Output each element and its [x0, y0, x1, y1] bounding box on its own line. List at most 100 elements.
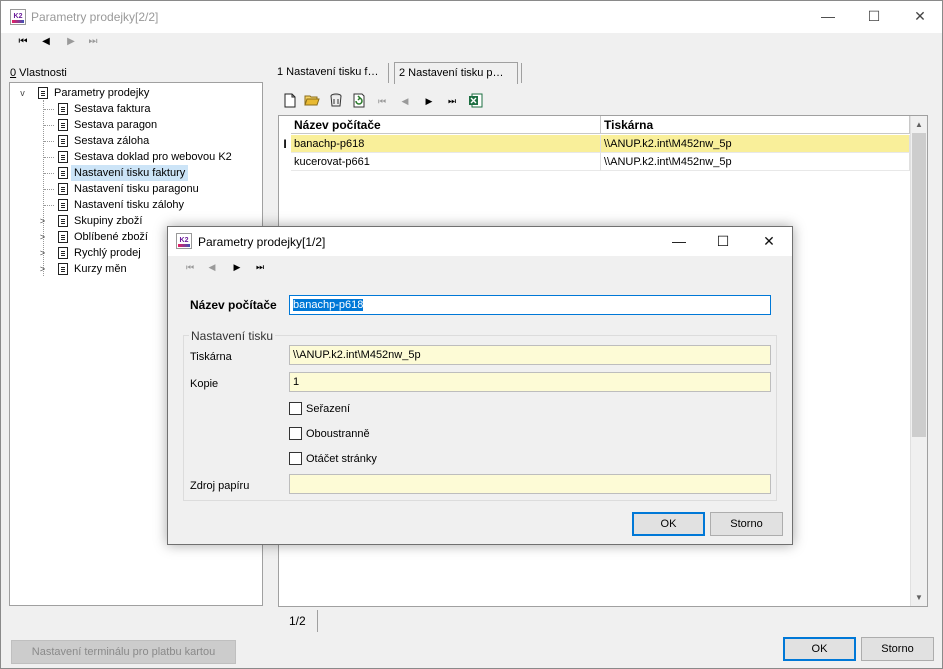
expand-chevron-icon[interactable]: >: [38, 261, 47, 277]
tree-item-label: Kurzy měn: [74, 263, 127, 275]
cell-printer[interactable]: \\ANUP.k2.int\M452nw_5p: [601, 153, 910, 171]
k2-app-icon: K2: [10, 9, 26, 25]
printer-field[interactable]: \\ANUP.k2.int\M452nw_5p: [289, 345, 771, 365]
card-terminal-settings-button[interactable]: Nastavení terminálu pro platbu kartou: [11, 640, 236, 664]
sort-checkbox[interactable]: [289, 402, 302, 415]
delete-icon[interactable]: [328, 93, 344, 109]
window-title: Parametry prodejky[2/2]: [31, 10, 159, 24]
tree-item-label: Oblíbené zboží: [74, 231, 148, 243]
vertical-scrollbar[interactable]: ▲ ▼: [910, 116, 927, 606]
tree-connector: [44, 173, 54, 174]
cell-printer[interactable]: \\ANUP.k2.int\M452nw_5p: [601, 135, 910, 153]
tree-connector: [44, 205, 54, 206]
tree-item-sestava-zaloha[interactable]: Sestava záloha: [16, 133, 256, 149]
flip-pages-checkbox[interactable]: [289, 452, 302, 465]
scroll-down-icon[interactable]: ▼: [911, 589, 927, 606]
tree-item-label: Sestava paragon: [74, 119, 158, 131]
tab-nastaveni-tisku-paragonu[interactable]: 2 Nastavení tisku p…: [394, 62, 518, 84]
row-cursor-icon: I: [283, 137, 287, 151]
scroll-up-icon[interactable]: ▲: [911, 116, 927, 133]
cancel-button[interactable]: Storno: [861, 637, 934, 661]
tree-connector: [44, 125, 54, 126]
expand-chevron-icon[interactable]: >: [38, 245, 47, 261]
tree-connector: [44, 109, 54, 110]
tree-item-sestava-paragon[interactable]: Sestava paragon: [16, 117, 256, 133]
close-button[interactable]: ✕: [897, 1, 943, 31]
document-icon: [58, 199, 68, 211]
tree-item-label: Sestava záloha: [74, 135, 150, 147]
duplex-checkbox[interactable]: [289, 427, 302, 440]
collapse-chevron-icon[interactable]: v: [18, 85, 27, 101]
tree-item-label: Nastavení tisku zálohy: [74, 199, 185, 211]
next-record-icon[interactable]: ▶: [229, 259, 245, 275]
sort-checkbox-row[interactable]: Seřazení: [289, 401, 409, 417]
document-icon: [58, 119, 68, 131]
document-icon: [58, 183, 68, 195]
dialog-titlebar: K2 Parametry prodejky[1/2] — ☐ ✕: [168, 227, 792, 256]
dialog-ok-button[interactable]: OK: [632, 512, 705, 536]
prev-record-icon[interactable]: ◀: [204, 259, 220, 275]
ok-button[interactable]: OK: [783, 637, 856, 661]
tab-separator: [388, 63, 389, 83]
flip-pages-checkbox-row[interactable]: Otáčet stránky: [289, 451, 409, 467]
edit-dialog: K2 Parametry prodejky[1/2] — ☐ ✕ ⏮ ◀ ▶ ⏭…: [167, 226, 793, 545]
paper-source-label: Zdroj papíru: [190, 480, 250, 492]
scroll-thumb[interactable]: [912, 133, 926, 437]
last-record-icon[interactable]: ⏭: [252, 259, 268, 275]
first-record-icon[interactable]: ⏮: [15, 34, 31, 50]
tree-item-sestava-doklad[interactable]: Sestava doklad pro webovou K2: [16, 149, 256, 165]
status-bar: 1/2: [278, 610, 928, 632]
last-record-icon[interactable]: ⏭: [444, 93, 460, 109]
prev-record-icon[interactable]: ◀: [38, 34, 54, 50]
computer-name-value: banachp-p618: [293, 299, 364, 311]
first-record-icon[interactable]: ⏮: [182, 259, 198, 275]
open-folder-icon[interactable]: [304, 93, 320, 109]
print-settings-group-title: Nastavení tisku: [189, 329, 276, 343]
tree-item-label: Nastavení tisku faktury: [71, 165, 189, 181]
new-document-icon[interactable]: [282, 93, 298, 109]
dialog-nav-toolbar: ⏮ ◀ ▶ ⏭: [182, 259, 272, 279]
tree-item-nastaveni-tisku-faktury[interactable]: Nastavení tisku faktury: [16, 165, 256, 181]
paper-source-field[interactable]: [289, 474, 771, 494]
column-header-printer[interactable]: Tiskárna: [601, 116, 910, 134]
tree-item-label: Parametry prodejky: [54, 87, 150, 99]
tree-item-label: Rychlý prodej: [74, 247, 141, 259]
next-record-icon[interactable]: ▶: [421, 93, 437, 109]
maximize-button[interactable]: ☐: [851, 1, 897, 31]
document-icon: [58, 263, 68, 275]
dialog-minimize-button[interactable]: —: [656, 226, 702, 256]
expand-chevron-icon[interactable]: >: [38, 213, 47, 229]
table-row[interactable]: I banachp-p618 \\ANUP.k2.int\M452nw_5p: [279, 135, 910, 153]
tree-item-nastaveni-tisku-zalohy[interactable]: Nastavení tisku zálohy: [16, 197, 256, 213]
main-titlebar: K2 Parametry prodejky[2/2] — ☐ ✕: [1, 1, 942, 33]
column-header-computer-name[interactable]: Název počítače: [291, 116, 601, 134]
computer-name-field[interactable]: banachp-p618: [289, 295, 771, 315]
tree-item-nastaveni-tisku-paragonu[interactable]: Nastavení tisku paragonu: [16, 181, 256, 197]
last-record-icon[interactable]: ⏭: [85, 34, 101, 50]
excel-export-icon[interactable]: [467, 93, 483, 109]
document-icon: [58, 231, 68, 243]
tree-connector: [44, 141, 54, 142]
tree-item-label: Nastavení tisku paragonu: [74, 183, 199, 195]
prev-record-icon[interactable]: ◀: [397, 93, 413, 109]
table-row[interactable]: kucerovat-p661 \\ANUP.k2.int\M452nw_5p: [279, 153, 910, 171]
tree-item-sestava-faktura[interactable]: Sestava faktura: [16, 101, 256, 117]
copies-label: Kopie: [190, 378, 219, 390]
cell-computer-name[interactable]: kucerovat-p661: [291, 153, 601, 171]
dialog-cancel-button[interactable]: Storno: [710, 512, 783, 536]
cell-computer-name[interactable]: banachp-p618: [291, 135, 601, 153]
record-position: 1/2: [278, 610, 318, 632]
duplex-checkbox-row[interactable]: Oboustranně: [289, 426, 409, 442]
minimize-button[interactable]: —: [805, 1, 851, 31]
refresh-icon[interactable]: [351, 93, 367, 109]
dialog-maximize-button[interactable]: ☐: [700, 226, 746, 256]
first-record-icon[interactable]: ⏮: [374, 93, 390, 109]
next-record-icon[interactable]: ▶: [63, 34, 79, 50]
computer-name-label: Název počítače: [190, 298, 277, 312]
dialog-close-button[interactable]: ✕: [746, 226, 792, 256]
tree-item-root[interactable]: v Parametry prodejky: [16, 85, 256, 101]
tab-nastaveni-tisku-faktury[interactable]: 1 Nastavení tisku f…: [273, 62, 385, 84]
copies-field[interactable]: 1: [289, 372, 771, 392]
record-nav-toolbar: ⏮ ◀ ▶ ⏭: [9, 34, 109, 54]
expand-chevron-icon[interactable]: >: [38, 229, 47, 245]
